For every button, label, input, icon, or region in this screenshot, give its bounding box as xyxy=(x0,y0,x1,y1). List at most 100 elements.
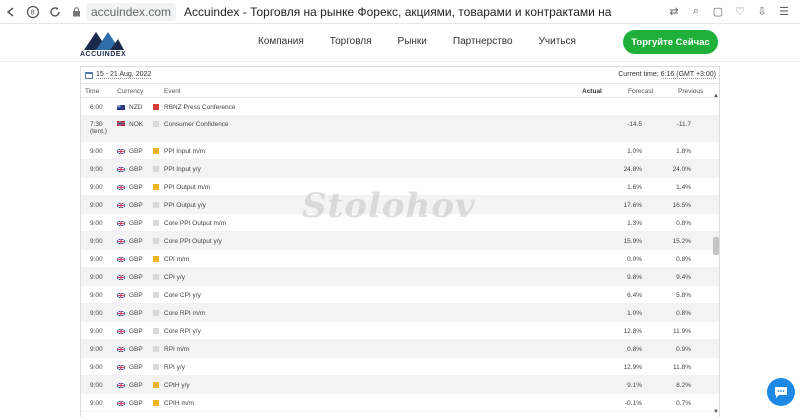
row-event[interactable]: Core CPI y/y xyxy=(164,292,201,299)
row-event[interactable]: CPI m/m xyxy=(164,256,189,263)
importance-icon xyxy=(153,166,159,172)
row-forecast: 9.1% xyxy=(627,382,642,389)
row-time: 7:30 (tent.) xyxy=(90,121,107,135)
header-previous: Previous xyxy=(678,88,704,95)
nav-trading[interactable]: Торговля xyxy=(330,36,372,47)
bookmark-icon[interactable]: ♡ xyxy=(732,4,748,20)
row-event[interactable]: PPI Output m/m xyxy=(164,184,210,191)
row-previous: 0.7% xyxy=(676,400,691,407)
row-time: 9:00 xyxy=(90,400,103,407)
row-currency: GBP xyxy=(129,148,143,155)
row-forecast: 1.3% xyxy=(627,220,642,227)
table-row[interactable]: 9:00 GBP Core CPI y/y 6.4% 5.8% xyxy=(81,286,719,304)
row-event[interactable]: RBNZ Press Conference xyxy=(164,104,236,111)
back-icon[interactable] xyxy=(0,1,22,23)
gb-flag-icon xyxy=(116,238,126,245)
row-event[interactable]: PPI Input y/y xyxy=(164,166,201,173)
row-event[interactable]: Core PPI Output y/y xyxy=(164,238,222,245)
chat-bubble-icon[interactable] xyxy=(767,378,795,406)
row-event[interactable]: RPI m/m xyxy=(164,346,189,353)
row-previous: 1.8% xyxy=(676,148,691,155)
url-text[interactable]: accuindex.com xyxy=(86,2,177,21)
row-previous: 11.9% xyxy=(673,328,691,335)
row-currency: NZD xyxy=(129,104,143,111)
row-forecast: 1.0% xyxy=(627,148,642,155)
translate-icon[interactable]: ⇄ xyxy=(666,4,682,20)
importance-icon xyxy=(153,382,159,388)
table-row[interactable]: 9:00 GBP Core RPI m/m 1.0% 0.8% xyxy=(81,304,719,322)
table-row[interactable]: 9:00 GBP Core RPI y/y 12.8% 11.9% xyxy=(81,322,719,340)
table-row[interactable]: 7:30 (tent.) NOK Consumer Confidence -14.5 -1… xyxy=(81,116,719,142)
row-time: 9:00 xyxy=(90,364,103,371)
row-event[interactable]: CPIH y/y xyxy=(164,382,190,389)
table-row[interactable]: 6:00 NZD RBNZ Press Conference xyxy=(81,98,719,116)
browser-toolbar: 8 accuindex.com Accuindex - Торговля на … xyxy=(0,0,800,24)
importance-icon xyxy=(153,274,159,280)
table-row[interactable]: 9:00 GBP RPI m/m 0.8% 0.9% xyxy=(81,340,719,358)
importance-icon xyxy=(153,121,159,127)
row-currency: GBP xyxy=(129,310,143,317)
trade-now-button[interactable]: Торгуйте Сейчас xyxy=(623,30,718,54)
reload-icon[interactable] xyxy=(44,1,66,23)
scroll-up-icon[interactable]: ▲ xyxy=(713,93,719,99)
table-row[interactable]: 9:00 GBP CPIH y/y 9.1% 8.2% xyxy=(81,376,719,394)
current-time-value[interactable]: 6:16 (GMT +3:00) xyxy=(660,71,716,79)
site-header: ACCUINDEX Компания Торговля Рынки Партне… xyxy=(0,24,800,62)
row-event[interactable]: Core PPI Output m/m xyxy=(164,220,226,227)
row-event[interactable]: RPI y/y xyxy=(164,364,185,371)
row-event[interactable]: Consumer Confidence xyxy=(164,121,229,128)
scrollbar-thumb[interactable] xyxy=(713,237,719,255)
row-time: 9:00 xyxy=(90,202,103,209)
row-event[interactable]: CPI y/y xyxy=(164,274,185,281)
date-range-picker[interactable]: 15 - 21 Aug, 2022 xyxy=(85,71,152,79)
row-previous: 9.4% xyxy=(676,274,691,281)
table-row[interactable]: 9:00 GBP Core PPI Output y/y 15.9% 15.2% xyxy=(81,232,719,250)
downloads-icon[interactable]: ⇩ xyxy=(754,4,770,20)
table-row[interactable]: 9:00 GBP CPI m/m 0.0% 0.8% xyxy=(81,250,719,268)
row-previous: 11.8% xyxy=(673,364,691,371)
gb-flag-icon xyxy=(116,400,126,407)
current-time: Current time: 6:16 (GMT +3:00) xyxy=(618,71,716,79)
row-time: 9:00 xyxy=(90,184,103,191)
nav-markets[interactable]: Рынки xyxy=(398,36,427,47)
table-row[interactable]: 9:00 GBP PPI Input m/m 1.0% 1.8% xyxy=(81,142,719,160)
current-time-label: Current time: xyxy=(618,71,659,78)
row-forecast: 0.0% xyxy=(627,256,642,263)
nav-learn[interactable]: Учиться xyxy=(539,36,576,47)
gb-flag-icon xyxy=(116,256,126,263)
table-row[interactable]: 9:00 GBP CPI y/y 9.8% 9.4% xyxy=(81,268,719,286)
row-time: 9:00 xyxy=(90,328,103,335)
address-bar[interactable]: accuindex.com xyxy=(70,2,177,22)
row-currency: GBP xyxy=(129,202,143,209)
table-row[interactable]: 9:00 GBP CPIH m/m -0.1% 0.7% xyxy=(81,394,719,412)
economic-calendar: 15 - 21 Aug, 2022 Current time: 6:16 (GM… xyxy=(80,66,720,417)
importance-icon xyxy=(153,400,159,406)
row-event[interactable]: PPI Input m/m xyxy=(164,148,205,155)
row-time: 9:00 xyxy=(90,382,103,389)
table-row[interactable]: 9:00 GBP RPI y/y 12.9% 11.8% xyxy=(81,358,719,376)
row-currency: GBP xyxy=(129,346,143,353)
nav-partnership[interactable]: Партнерство xyxy=(453,36,513,47)
no-flag-icon xyxy=(117,121,125,126)
calendar-rows: 6:00 NZD RBNZ Press Conference 7:30 (tent.) N… xyxy=(81,98,719,412)
row-event[interactable]: Core RPI y/y xyxy=(164,328,201,335)
row-event[interactable]: PPI Output y/y xyxy=(164,202,206,209)
scroll-down-icon[interactable]: ▼ xyxy=(713,409,719,415)
importance-icon xyxy=(153,148,159,154)
gb-flag-icon xyxy=(116,364,126,371)
menu-icon[interactable]: ☰ xyxy=(776,4,792,20)
date-range-text[interactable]: 15 - 21 Aug, 2022 xyxy=(96,71,152,79)
shield-icon[interactable]: 8 xyxy=(22,1,44,23)
row-forecast: 0.8% xyxy=(627,346,642,353)
tabs-icon[interactable]: ▢ xyxy=(710,4,726,20)
importance-icon xyxy=(153,328,159,334)
zoom-icon[interactable]: ⌕ xyxy=(688,4,704,20)
table-row[interactable]: 9:00 GBP PPI Input y/y 24.8% 24.0% xyxy=(81,160,719,178)
nav-company[interactable]: Компания xyxy=(258,36,304,47)
row-event[interactable]: CPIH m/m xyxy=(164,400,194,407)
row-event[interactable]: Core RPI m/m xyxy=(164,310,205,317)
row-time: 9:00 xyxy=(90,346,103,353)
gb-flag-icon xyxy=(116,310,126,317)
gb-flag-icon xyxy=(116,184,126,191)
header-forecast: Forecast xyxy=(628,88,654,95)
